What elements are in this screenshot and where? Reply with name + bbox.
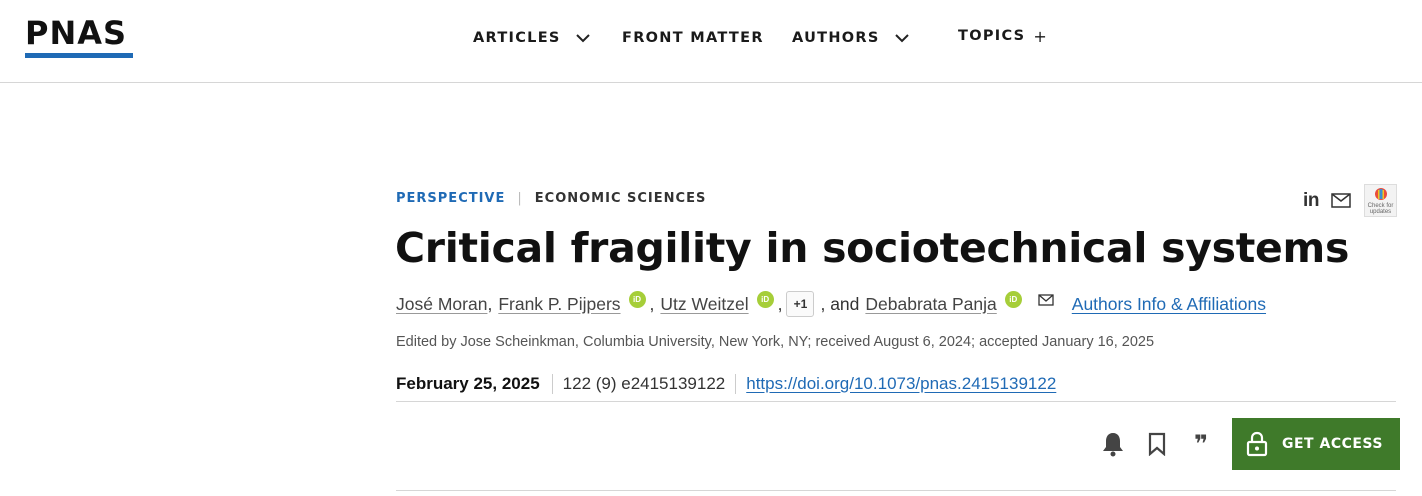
plus-icon: + (1033, 26, 1047, 46)
linkedin-icon: in (1303, 189, 1319, 211)
article-section: PERSPECTIVE | ECONOMIC SCIENCES (396, 191, 706, 206)
nav-front-matter-label: FRONT MATTER (622, 30, 764, 46)
nav-topics-label: TOPICS (958, 28, 1026, 44)
article-actions: ❞ GET ACCESS (1098, 418, 1400, 470)
alert-button[interactable] (1098, 429, 1128, 459)
quote-icon: ❞ (1193, 430, 1209, 458)
bell-icon (1103, 433, 1123, 457)
envelope-icon (1331, 193, 1351, 208)
email-share-button[interactable] (1330, 190, 1352, 212)
get-access-button[interactable]: GET ACCESS (1232, 418, 1400, 470)
main-nav: ARTICLES FRONT MATTER AUTHORS TOPICS + (0, 26, 1422, 50)
and-label: , and (820, 293, 860, 314)
authors-info-affiliations-link[interactable]: Authors Info & Affiliations (1072, 294, 1266, 315)
divider (396, 490, 1396, 491)
corresponding-author-envelope-icon[interactable] (1038, 294, 1054, 306)
editor-dates-line: Edited by Jose Scheinkman, Columbia Univ… (396, 334, 1155, 350)
lock-icon (1246, 431, 1268, 457)
publication-info: February 25, 2025 122 (9) e2415139122 ht… (396, 366, 1396, 402)
logo-underline (25, 53, 133, 58)
get-access-label: GET ACCESS (1282, 436, 1383, 452)
bookmark-button[interactable] (1142, 429, 1172, 459)
author-link[interactable]: Debabrata Panja (865, 294, 996, 315)
article-type[interactable]: PERSPECTIVE (396, 191, 505, 206)
author-link[interactable]: José Moran (396, 294, 487, 315)
nav-authors-label: AUTHORS (792, 30, 880, 46)
author-list: José Moran , Frank P. Pijpers iD , Utz W… (396, 290, 1266, 318)
bookmark-icon (1148, 432, 1166, 456)
section-separator: | (517, 191, 523, 206)
nav-front-matter[interactable]: FRONT MATTER (622, 26, 764, 50)
linkedin-share-button[interactable]: in (1300, 190, 1322, 212)
share-tools: in Check for updates (1300, 184, 1397, 217)
volume-issue: 122 (9) e2415139122 (551, 373, 736, 394)
cite-button[interactable]: ❞ (1186, 429, 1216, 459)
publication-date: February 25, 2025 (396, 373, 540, 393)
orcid-icon[interactable]: iD (756, 290, 774, 308)
chevron-down-icon (575, 34, 590, 43)
crossmark-button[interactable]: Check for updates (1364, 184, 1397, 217)
nav-articles[interactable]: ARTICLES (473, 26, 591, 50)
crossmark-label: Check for updates (1367, 203, 1394, 215)
article-category[interactable]: ECONOMIC SCIENCES (535, 191, 707, 206)
more-authors-button[interactable]: +1 (786, 291, 815, 317)
nav-authors[interactable]: AUTHORS (792, 26, 910, 50)
site-header: PNAS ARTICLES FRONT MATTER AUTHORS TOPIC… (0, 0, 1422, 83)
orcid-icon[interactable]: iD (628, 290, 646, 308)
doi-link[interactable]: https://doi.org/10.1073/pnas.2415139122 (735, 373, 1056, 394)
author-link[interactable]: Frank P. Pijpers (498, 294, 620, 315)
nav-articles-label: ARTICLES (473, 30, 561, 46)
nav-topics[interactable]: TOPICS + (958, 24, 1047, 48)
article-title: Critical fragility in sociotechnical sys… (395, 224, 1350, 272)
chevron-down-icon (894, 34, 909, 43)
author-link[interactable]: Utz Weitzel (660, 294, 748, 315)
crossmark-icon (1374, 188, 1387, 200)
orcid-icon[interactable]: iD (1004, 290, 1022, 308)
